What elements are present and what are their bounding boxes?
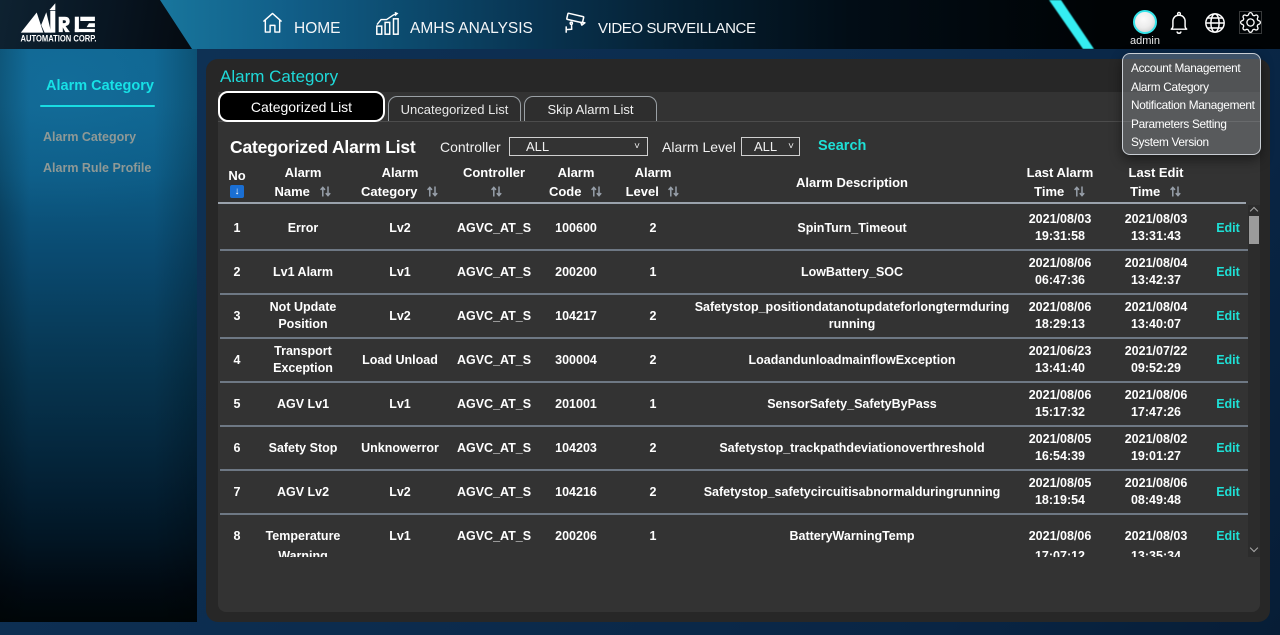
- svg-text:AUTOMATION CORP.: AUTOMATION CORP.: [21, 34, 97, 44]
